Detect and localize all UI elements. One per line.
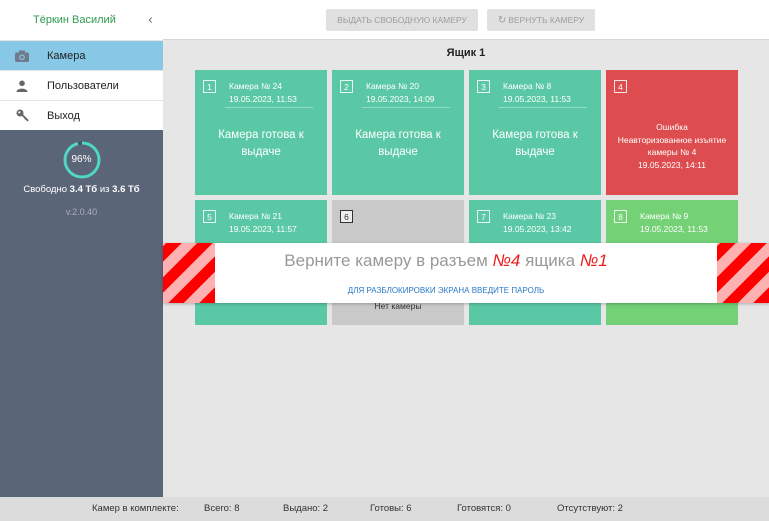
issue-free-camera-button[interactable]: Выдать свободную камеру	[326, 9, 478, 31]
camera-date: 19.05.2023, 13:42	[503, 224, 572, 234]
slot-number: 1	[203, 80, 216, 93]
return-camera-banner: Верните камеру в разъем №4 ящика №1 ДЛЯ …	[163, 243, 769, 303]
ready-count: Готовы: 6	[370, 503, 412, 514]
slot-error: Ошибка Неавторизованное изъятие камеры №…	[610, 121, 734, 171]
refresh-icon: ↻	[497, 14, 507, 26]
collapse-sidebar-icon[interactable]: ‹	[148, 13, 153, 28]
user-icon	[0, 80, 44, 92]
slot-status: Камера готова к выдаче	[218, 129, 304, 158]
slot-number: 6	[340, 210, 353, 223]
status-bar: Камер в комплекте: Всего: 8 Выдано: 2 Го…	[0, 497, 769, 521]
slot-number: 4	[614, 80, 627, 93]
storage-gauge: 96%	[62, 140, 102, 180]
camera-date: 19.05.2023, 11:53	[503, 94, 571, 104]
slot-cell-3[interactable]: 3 Камера № 8 19.05.2023, 11:53 Камера го…	[469, 70, 601, 195]
camera-date: 19.05.2023, 14:09	[366, 94, 435, 104]
return-camera-button[interactable]: ↻ Вернуть камеру	[487, 9, 595, 31]
slot-status: Камера готова к выдаче	[355, 129, 441, 158]
divider	[362, 107, 450, 108]
slot-number: 3	[477, 80, 490, 93]
slot-number: 7	[477, 210, 490, 223]
sidebar-item-users[interactable]: Пользователи	[0, 70, 163, 100]
error-date: 19.05.2023, 14:11	[638, 159, 706, 170]
return-camera-message: Верните камеру в разъем №4 ящика №1	[284, 251, 608, 270]
sidebar: Тёркин Василий ‹ Камера Пользователи Вых…	[0, 0, 163, 497]
camera-name: Камера № 21	[229, 211, 283, 221]
sidebar-item-label: Камера	[47, 49, 86, 62]
slot-cell-2[interactable]: 2 Камера № 20 19.05.2023, 14:09 Камера г…	[332, 70, 464, 195]
slot-status: Камера готова к выдаче	[492, 129, 578, 158]
slot-cell-1[interactable]: 1 Камера № 24 19.05.2023, 11:53 Камера г…	[195, 70, 327, 195]
slot-highlight: №4	[492, 251, 521, 270]
error-title: Ошибка	[656, 122, 688, 132]
app-version: v.2.0.40	[65, 207, 98, 217]
preparing-count: Готовятся: 0	[457, 503, 511, 514]
toolbar: Выдать свободную камеру ↻ Вернуть камеру	[163, 0, 769, 40]
slot-number: 5	[203, 210, 216, 223]
divider	[499, 107, 587, 108]
camera-date: 19.05.2023, 11:53	[640, 224, 708, 234]
camera-name: Камера № 23	[503, 211, 557, 221]
sidebar-header: Тёркин Василий ‹	[0, 0, 163, 40]
issued-count: Выдано: 2	[283, 503, 329, 514]
slot-cell-4[interactable]: 4 Ошибка Неавторизованное изъятие камеры…	[606, 70, 738, 195]
error-text: Неавторизованное изъятие камеры № 4	[617, 134, 727, 158]
unlock-screen-link[interactable]: ДЛЯ РАЗБЛОКИРОВКИ ЭКРАНА ВВЕДИТЕ ПАРОЛЬ	[215, 286, 677, 295]
sidebar-item-logout[interactable]: Выход	[0, 100, 163, 130]
missing-count: Отсутствуют: 2	[557, 503, 623, 514]
divider	[225, 107, 313, 108]
user-name: Тёркин Василий	[33, 14, 116, 26]
kit-label: Камер в комплекте:	[92, 503, 179, 514]
page-title: Ящик 1	[446, 47, 486, 59]
camera-date: 19.05.2023, 11:57	[229, 224, 297, 234]
camera-name: Камера № 9	[640, 211, 689, 221]
camera-name: Камера № 20	[366, 81, 420, 91]
slot-number: 2	[340, 80, 353, 93]
camera-name: Камера № 24	[229, 81, 283, 91]
slot-number: 8	[614, 210, 627, 223]
storage-info: 96% Свободно 3.4 Тб из 3.6 Тб v.2.0.40	[0, 130, 163, 217]
key-icon	[0, 109, 44, 122]
warning-stripe-left	[163, 243, 215, 303]
camera-icon	[0, 50, 44, 62]
total-count: Всего: 8	[204, 503, 240, 514]
storage-percent: 96%	[71, 154, 92, 165]
warning-stripe-right	[717, 243, 769, 303]
sidebar-item-label: Пользователи	[47, 79, 119, 92]
sidebar-item-camera[interactable]: Камера	[0, 40, 163, 70]
camera-name: Камера № 8	[503, 81, 552, 91]
box-highlight: №1	[579, 251, 608, 270]
sidebar-item-label: Выход	[47, 109, 80, 122]
camera-date: 19.05.2023, 11:53	[229, 94, 297, 104]
storage-summary: Свободно 3.4 Тб из 3.6 Тб	[23, 184, 140, 195]
